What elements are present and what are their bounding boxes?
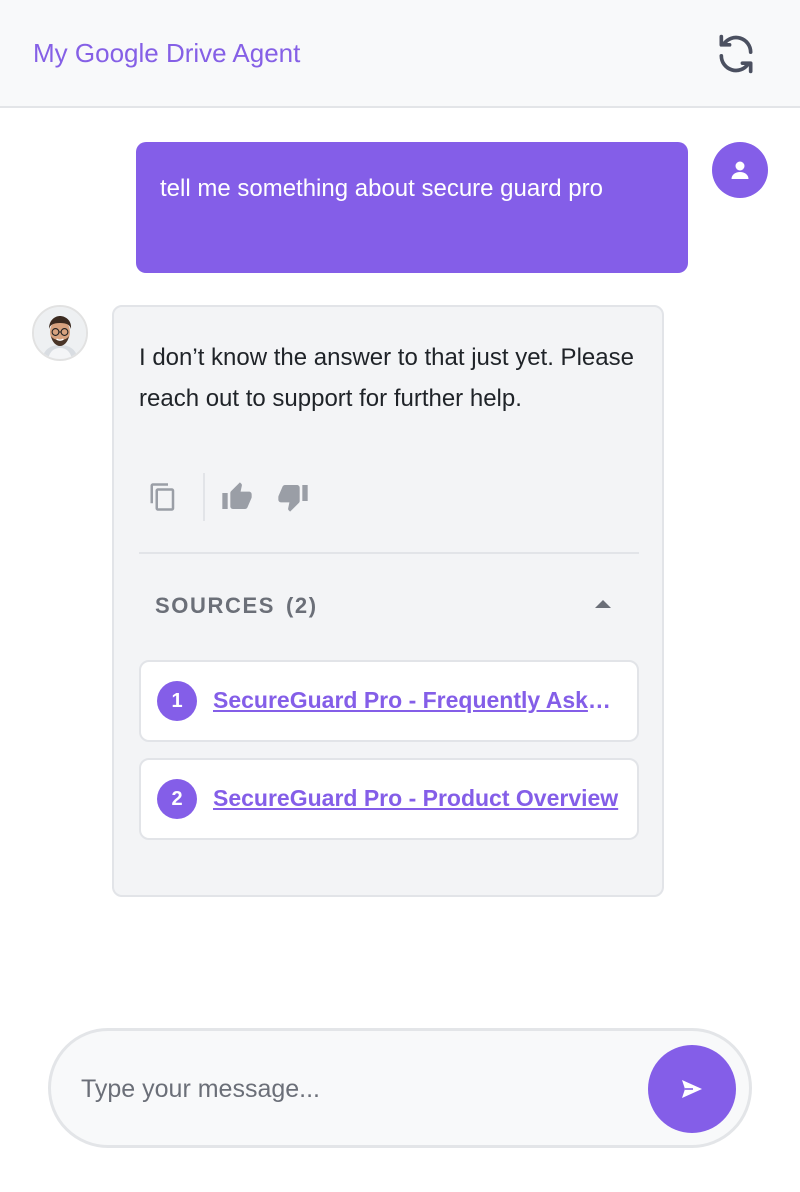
agent-avatar [32, 305, 88, 361]
copy-button[interactable] [143, 477, 183, 517]
source-item[interactable]: 1 SecureGuard Pro - Frequently Asked Que… [139, 660, 639, 742]
agent-avatar-photo [34, 307, 86, 359]
thumbs-up-button[interactable] [217, 477, 257, 517]
send-icon [682, 1080, 702, 1098]
send-button[interactable] [648, 1045, 736, 1133]
sources-count: (2) [286, 593, 318, 618]
source-link[interactable]: SecureGuard Pro - Product Overview [213, 782, 619, 814]
header: My Google Drive Agent [0, 0, 800, 108]
thumbs-down-button[interactable] [273, 477, 313, 517]
person-icon [731, 161, 749, 179]
message-composer [48, 1028, 752, 1148]
action-divider [203, 473, 205, 521]
message-actions [139, 471, 339, 521]
user-message-text: tell me something about secure guard pro [160, 175, 603, 202]
source-number-badge: 1 [157, 681, 197, 721]
sources-label: SOURCES [155, 593, 275, 618]
message-input[interactable] [79, 1061, 619, 1117]
chevron-up-icon [595, 600, 611, 608]
agent-message-text: I don’t know the answer to that just yet… [139, 344, 634, 412]
source-item[interactable]: 2 SecureGuard Pro - Product Overview [139, 758, 639, 840]
refresh-button[interactable] [712, 30, 760, 78]
app-title: My Google Drive Agent [33, 38, 301, 68]
sources-divider [139, 552, 639, 554]
thumbs-up-icon [222, 482, 252, 509]
user-avatar [712, 142, 768, 198]
agent-message-card: I don’t know the answer to that just yet… [112, 305, 664, 897]
copy-icon [150, 483, 175, 511]
thumbs-down-icon [278, 485, 308, 512]
sources-toggle[interactable]: SOURCES (2) [139, 577, 639, 637]
source-number-badge: 2 [157, 779, 197, 819]
source-link[interactable]: SecureGuard Pro - Frequently Asked Quest… [213, 684, 619, 716]
refresh-icon [719, 34, 753, 74]
user-message-bubble: tell me something about secure guard pro [136, 142, 688, 273]
